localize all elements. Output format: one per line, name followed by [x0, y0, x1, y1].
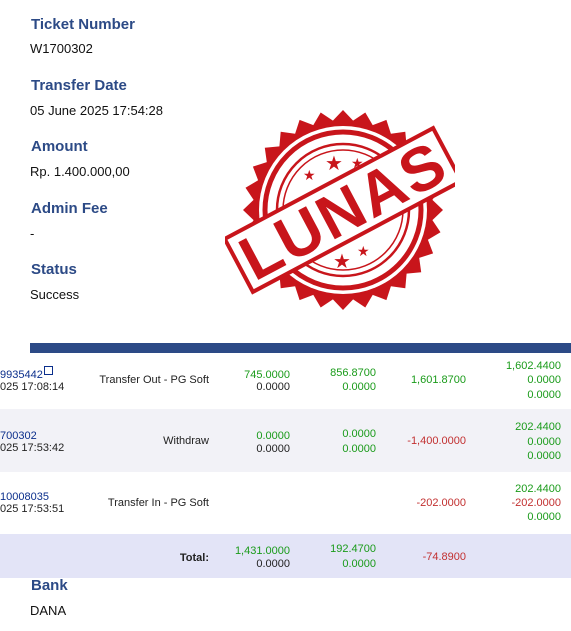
- row-description: Withdraw: [163, 435, 209, 447]
- col1-value: 0.0000: [256, 430, 290, 442]
- col4-value: 1,602.4400: [505, 360, 561, 372]
- row-time: 025 17:53:51: [0, 503, 65, 515]
- ticket-number-field: Ticket Number W1700302: [30, 16, 135, 56]
- row-time: 025 17:08:14: [0, 381, 65, 393]
- col4-sub-value: 0.0000: [527, 450, 561, 462]
- col4-sub-value: 0.0000: [527, 511, 561, 523]
- table-row: 10008035 025 17:53:51 Transfer In - PG S…: [0, 472, 571, 534]
- table-row: 9935442 025 17:08:14 Transfer Out - PG S…: [0, 353, 571, 409]
- bank-label: Bank: [31, 577, 68, 594]
- ticket-number-value: W1700302: [30, 41, 93, 56]
- col4-sub-value: 0.0000: [527, 374, 561, 386]
- amount-field: Amount Rp. 1.400.000,00: [30, 138, 130, 179]
- copy-icon[interactable]: [43, 366, 53, 375]
- admin-fee-value: -: [30, 226, 35, 241]
- table-row: 700302 025 17:53:42 Withdraw 0.0000 0.00…: [0, 409, 571, 472]
- row-description: Transfer In - PG Soft: [107, 497, 209, 509]
- col1-sub-value: 0.0000: [256, 381, 290, 393]
- status-label: Status: [31, 261, 77, 278]
- amount-value: Rp. 1.400.000,00: [30, 164, 130, 179]
- col4-sub-value: 0.0000: [527, 436, 561, 448]
- bank-value: DANA: [30, 603, 67, 618]
- col4-sub-value: -202.0000: [511, 497, 561, 509]
- col1-value: 745.0000: [244, 369, 290, 381]
- col3-value: -202.0000: [416, 497, 466, 509]
- transfer-date-value: 05 June 2025 17:54:28: [30, 103, 164, 118]
- col2-sub-value: 0.0000: [342, 381, 376, 393]
- total-label: Total:: [179, 552, 209, 564]
- status-field: Status Success: [30, 261, 79, 302]
- admin-fee-field: Admin Fee -: [30, 200, 108, 241]
- row-time: 025 17:53:42: [0, 442, 65, 454]
- col4-sub-value: 0.0000: [527, 389, 561, 401]
- col1-sub-value: 0.0000: [256, 443, 290, 455]
- col4-value: 202.4400: [515, 483, 561, 495]
- total-col2-value: 192.4700: [330, 543, 376, 555]
- col2-sub-value: 0.0000: [342, 443, 376, 455]
- total-col1-sub-value: 0.0000: [256, 558, 290, 570]
- row-description: Transfer Out - PG Soft: [99, 374, 209, 386]
- total-col3-value: -74.8900: [422, 551, 466, 563]
- ticket-ref-link[interactable]: 700302: [0, 430, 37, 442]
- col2-value: 0.0000: [342, 428, 376, 440]
- ticket-number-label: Ticket Number: [31, 16, 135, 33]
- col2-value: 856.8700: [330, 367, 376, 379]
- total-row: Total: 1,431.0000 0.0000 192.4700 0.0000…: [0, 534, 571, 578]
- svg-text:★: ★: [303, 168, 316, 184]
- lunas-stamp: ★ ★ ★ ★ ★ ★ LUNAS: [225, 110, 455, 310]
- admin-fee-label: Admin Fee: [31, 200, 108, 217]
- table-header-bar: [30, 343, 571, 353]
- total-col1-value: 1,431.0000: [234, 545, 290, 557]
- bank-field: Bank DANA: [30, 577, 68, 618]
- total-col2-sub-value: 0.0000: [342, 558, 376, 570]
- ticket-ref-link[interactable]: 9935442: [0, 366, 53, 381]
- transfer-date-label: Transfer Date: [31, 77, 127, 94]
- col3-value: -1,400.0000: [407, 435, 466, 447]
- svg-text:★: ★: [325, 151, 343, 175]
- col3-value: 1,601.8700: [410, 374, 466, 386]
- svg-text:★: ★: [357, 244, 370, 260]
- col4-value: 202.4400: [515, 421, 561, 433]
- status-value: Success: [30, 287, 80, 302]
- ticket-ref-link[interactable]: 10008035: [0, 491, 49, 503]
- transfer-date-field: Transfer Date 05 June 2025 17:54:28: [30, 77, 163, 118]
- amount-label: Amount: [31, 138, 88, 155]
